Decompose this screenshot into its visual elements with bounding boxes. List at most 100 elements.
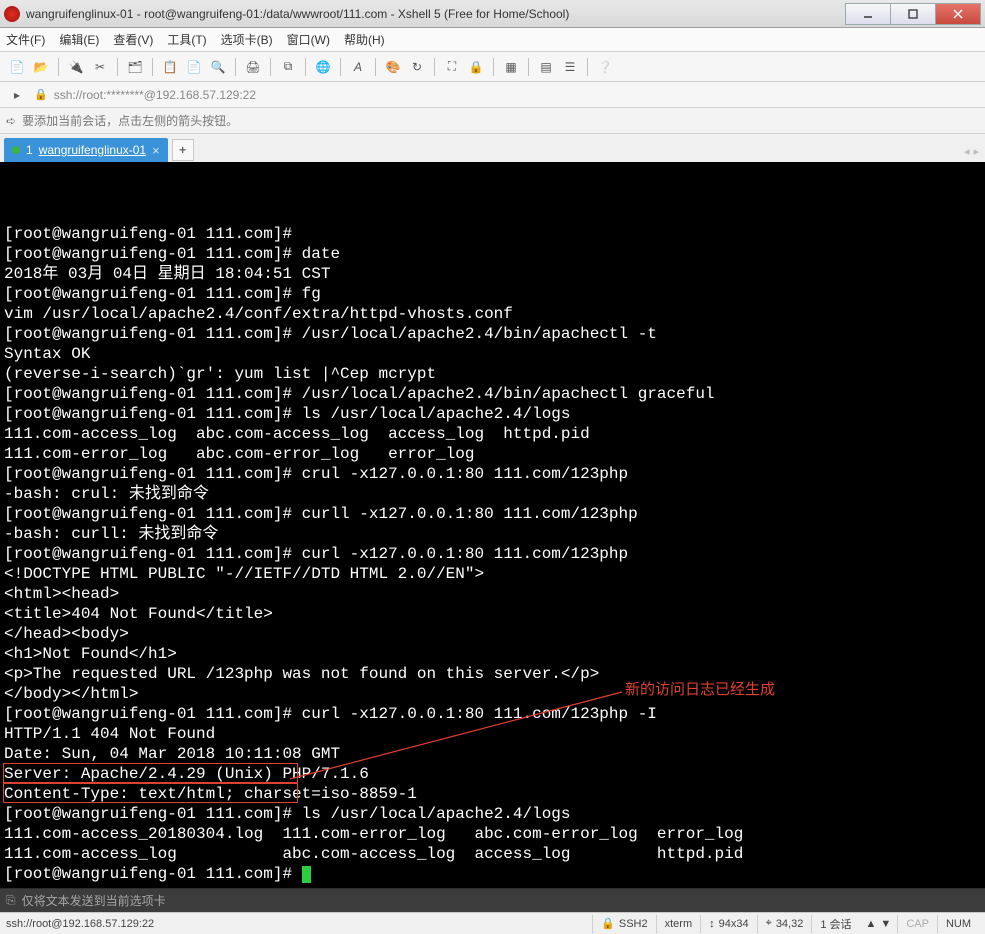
status-size: ↕ 94x34 [700, 915, 756, 933]
font-icon[interactable]: A [347, 56, 369, 78]
find-icon[interactable]: 🔍 [207, 56, 229, 78]
tray-up-icon: ▲ [866, 918, 877, 930]
lock-icon[interactable]: 🔒 [465, 56, 487, 78]
address-text[interactable]: ssh://root:********@192.168.57.129:22 [54, 88, 256, 102]
input-arrow-icon: ⎘ [6, 893, 16, 908]
view-options-icon[interactable]: ⧉ [277, 56, 299, 78]
app-icon [4, 6, 20, 22]
print-icon[interactable]: 🖨 [242, 56, 264, 78]
new-session-icon[interactable]: 📄 [6, 56, 28, 78]
terminal-line: </body></html> [4, 684, 981, 704]
terminal-line: Content-Type: text/html; charset=iso-885… [4, 784, 981, 804]
status-dot-icon [12, 146, 20, 154]
open-folder-icon[interactable]: 📂 [30, 56, 52, 78]
status-cursor-pos: ⌖ 34,32 [757, 915, 812, 933]
menu-file[interactable]: 文件(F) [6, 31, 45, 48]
status-sessions: 1 会话 [811, 915, 859, 933]
copy-icon[interactable]: 📋 [159, 56, 181, 78]
window-title: wangruifenglinux-01 - root@wangruifeng-0… [26, 7, 846, 21]
terminal-line: -bash: curll: 未找到命令 [4, 524, 981, 544]
terminal-line: [root@wangruifeng-01 111.com]# /usr/loca… [4, 324, 981, 344]
close-button[interactable] [935, 3, 981, 25]
terminal-line: [root@wangruifeng-01 111.com]# /usr/loca… [4, 384, 981, 404]
color-theme-icon[interactable]: 🎨 [382, 56, 404, 78]
hint-add-icon[interactable]: ➪ [6, 114, 16, 128]
terminal-line: Server: Apache/2.4.29 (Unix) PHP/7.1.6 [4, 764, 981, 784]
session-tab[interactable]: 1 wangruifenglinux-01 × [4, 138, 168, 162]
tab-nav: ◂ ▸ [964, 145, 979, 158]
terminal-line: [root@wangruifeng-01 111.com]# curl -x12… [4, 544, 981, 564]
terminal-line: 111.com-error_log abc.com-error_log erro… [4, 444, 981, 464]
add-tab-button[interactable]: + [172, 139, 194, 161]
input-placeholder: 仅将文本发送到当前选项卡 [22, 892, 166, 909]
terminal-line: [root@wangruifeng-01 111.com]# curl -x12… [4, 704, 981, 724]
tab-next-icon[interactable]: ▸ [973, 145, 979, 158]
status-cap: CAP [897, 915, 937, 933]
disconnect-icon[interactable]: ✂ [89, 56, 111, 78]
terminal-line: [root@wangruifeng-01 111.com]# curll -x1… [4, 504, 981, 524]
terminal-line: Date: Sun, 04 Mar 2018 10:11:08 GMT [4, 744, 981, 764]
terminal[interactable]: [root@wangruifeng-01 111.com]# [root@wan… [0, 162, 985, 888]
globe-icon[interactable]: 🌐 [312, 56, 334, 78]
list-icon[interactable]: ☰ [559, 56, 581, 78]
menu-help[interactable]: 帮助(H) [344, 31, 385, 48]
status-tray: ▲ ▼ [860, 918, 898, 930]
terminal-line: 2018年 03月 04日 星期日 18:04:51 CST [4, 264, 981, 284]
terminal-line: [root@wangruifeng-01 111.com]# [4, 864, 981, 884]
titlebar: wangruifenglinux-01 - root@wangruifeng-0… [0, 0, 985, 28]
properties-icon[interactable]: 🗂 [124, 56, 146, 78]
menu-window[interactable]: 窗口(W) [287, 31, 330, 48]
terminal-line: [root@wangruifeng-01 111.com]# date [4, 244, 981, 264]
tab-label: wangruifenglinux-01 [39, 143, 146, 157]
tab-prev-icon[interactable]: ◂ [964, 145, 970, 158]
address-bar: ▸ 🔒 ssh://root:********@192.168.57.129:2… [0, 82, 985, 108]
terminal-line: HTTP/1.1 404 Not Found [4, 724, 981, 744]
status-num: NUM [937, 915, 979, 933]
tab-close-icon[interactable]: × [152, 143, 160, 158]
terminal-line: -bash: crul: 未找到命令 [4, 484, 981, 504]
terminal-line: (reverse-i-search)`gr': yum list |^Cep m… [4, 364, 981, 384]
terminal-line: <p>The requested URL /123php was not fou… [4, 664, 981, 684]
menubar: 文件(F) 编辑(E) 查看(V) 工具(T) 选项卡(B) 窗口(W) 帮助(… [0, 28, 985, 52]
terminal-line: Syntax OK [4, 344, 981, 364]
cursor [302, 866, 311, 883]
menu-tools[interactable]: 工具(T) [167, 31, 206, 48]
terminal-line: [root@wangruifeng-01 111.com]# crul -x12… [4, 464, 981, 484]
menu-edit[interactable]: 编辑(E) [59, 31, 99, 48]
tile-icon[interactable]: ▦ [500, 56, 522, 78]
terminal-line: vim /usr/local/apache2.4/conf/extra/http… [4, 304, 981, 324]
terminal-line: 111.com-access_log abc.com-access_log ac… [4, 844, 981, 864]
terminal-line: <h1>Not Found</h1> [4, 644, 981, 664]
fullscreen-icon[interactable]: ⛶ [441, 56, 463, 78]
terminal-line: [root@wangruifeng-01 111.com]# [4, 224, 981, 244]
hint-text: 要添加当前会话，点击左侧的箭头按钮。 [22, 112, 238, 129]
paste-icon[interactable]: 📄 [183, 56, 205, 78]
menu-tabs[interactable]: 选项卡(B) [221, 31, 273, 48]
help-icon[interactable]: ❔ [594, 56, 616, 78]
reconnect-icon[interactable]: 🔌 [65, 56, 87, 78]
terminal-line: <title>404 Not Found</title> [4, 604, 981, 624]
terminal-line: 111.com-access_20180304.log 111.com-erro… [4, 824, 981, 844]
refresh-icon[interactable]: ↻ [406, 56, 428, 78]
input-bar[interactable]: ⎘ 仅将文本发送到当前选项卡 [0, 888, 985, 912]
ssh-lock-icon: 🔒 [34, 88, 48, 101]
terminal-line: [root@wangruifeng-01 111.com]# ls /usr/l… [4, 804, 981, 824]
status-connection: ssh://root@192.168.57.129:22 [6, 918, 592, 930]
sessions-dropdown-icon[interactable]: ▸ [6, 84, 28, 106]
terminal-line: [root@wangruifeng-01 111.com]# ls /usr/l… [4, 404, 981, 424]
status-bar: ssh://root@192.168.57.129:22 🔒 SSH2 xter… [0, 912, 985, 934]
tab-index: 1 [26, 143, 33, 157]
maximize-button[interactable] [890, 3, 936, 25]
minimize-button[interactable] [845, 3, 891, 25]
toolbar: 📄 📂 🔌 ✂ 🗂 📋 📄 🔍 🖨 ⧉ 🌐 A 🎨 ↻ ⛶ 🔒 ▦ ▤ ☰ ❔ [0, 52, 985, 82]
menu-view[interactable]: 查看(V) [113, 31, 153, 48]
status-terminal-type: xterm [656, 915, 701, 933]
terminal-line: [root@wangruifeng-01 111.com]# fg [4, 284, 981, 304]
app-window: wangruifenglinux-01 - root@wangruifeng-0… [0, 0, 985, 934]
terminal-line: <!DOCTYPE HTML PUBLIC "-//IETF//DTD HTML… [4, 564, 981, 584]
terminal-line: <html><head> [4, 584, 981, 604]
tray-down-icon: ▼ [880, 918, 891, 930]
status-protocol: 🔒 SSH2 [592, 915, 655, 933]
terminal-line: 111.com-access_log abc.com-access_log ac… [4, 424, 981, 444]
grid-icon[interactable]: ▤ [535, 56, 557, 78]
